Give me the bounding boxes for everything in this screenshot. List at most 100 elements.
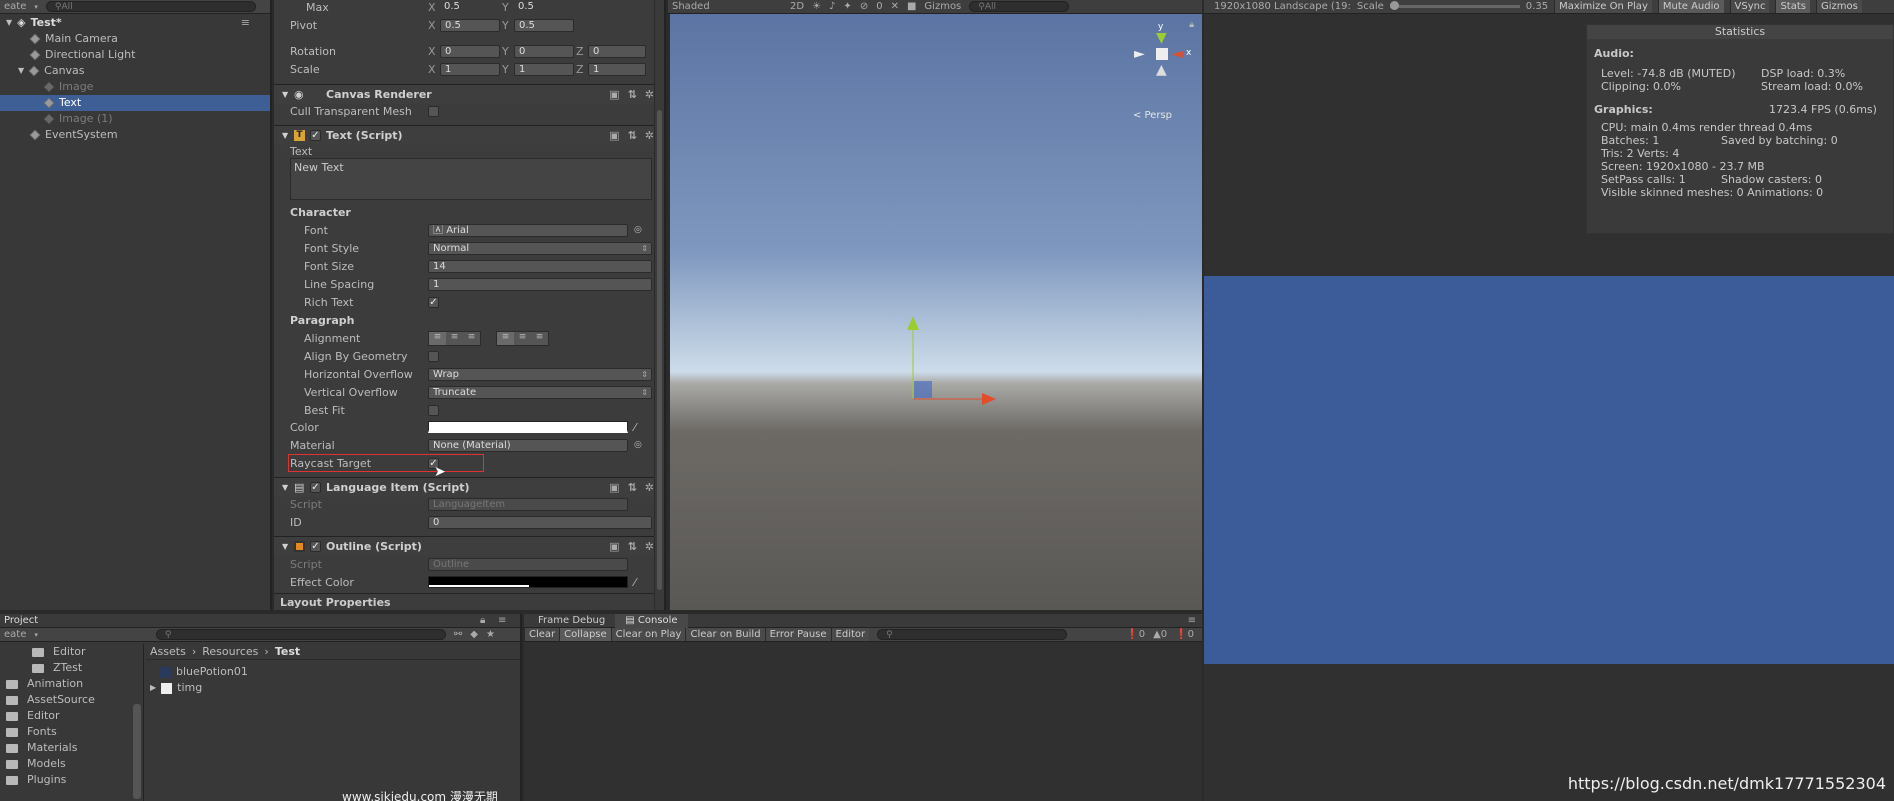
color-swatch[interactable] <box>428 421 628 433</box>
folder-item[interactable]: Materials <box>0 740 143 756</box>
scene-menu-icon[interactable]: ≡ <box>241 15 250 31</box>
h-overflow-dropdown[interactable]: Wrap <box>428 367 652 381</box>
help-icon[interactable]: ▣ <box>609 88 619 101</box>
console-search-input[interactable]: ⚲ <box>877 629 1068 640</box>
rich-text-checkbox[interactable]: ✓ <box>428 296 439 308</box>
help-icon[interactable]: ▣ <box>609 481 619 494</box>
best-fit-checkbox[interactable] <box>428 404 439 416</box>
folder-item[interactable]: Editor <box>0 708 143 724</box>
hierarchy-item[interactable]: Main Camera <box>0 31 270 47</box>
rotation-z-field[interactable]: 0 <box>588 44 646 58</box>
shading-dropdown[interactable]: Shaded <box>672 1 782 12</box>
scale-slider-thumb[interactable] <box>1389 1 1399 10</box>
asset-item[interactable]: ▶ timg <box>150 680 248 696</box>
fold-arrow-icon[interactable]: ▼ <box>282 90 288 99</box>
hierarchy-item[interactable]: Directional Light <box>0 47 270 63</box>
gizmo-neg-x-cone-icon[interactable]: ► <box>1134 46 1145 62</box>
scene-search-input[interactable]: ⚲ All <box>969 1 1070 12</box>
cull-transparent-checkbox[interactable] <box>428 105 439 117</box>
gizmos-dropdown[interactable]: Gizmos <box>924 1 961 12</box>
id-field[interactable]: 0 <box>428 515 652 529</box>
folder-item[interactable]: Editor <box>0 644 143 660</box>
error-count-toggle[interactable]: ❗0 <box>1175 629 1194 640</box>
font-size-field[interactable]: 14 <box>428 259 652 273</box>
scene-view[interactable]: Shaded 2D ☀ ♪ ✦ ⊘ 0 ✕ ■ Gizmos ⚲ All y ▼ … <box>668 0 1202 610</box>
gizmo-y-cone-icon[interactable]: ▼ <box>1156 30 1167 46</box>
game-gizmos-dropdown[interactable]: Gizmos <box>1815 0 1862 13</box>
log-count-toggle[interactable]: ❗0 <box>1126 629 1145 640</box>
text-value-area[interactable]: New Text <box>290 158 652 200</box>
chevron-down-icon[interactable]: ▾ <box>34 3 38 11</box>
chevron-down-icon[interactable]: ▾ <box>34 631 38 639</box>
scale-y-field[interactable]: 1 <box>514 62 574 76</box>
align-top-icon[interactable]: ≡ <box>497 331 514 345</box>
effects-icon[interactable]: ✦ <box>843 1 851 12</box>
hierarchy-item[interactable]: Image <box>0 79 270 95</box>
2d-toggle[interactable]: 2D <box>790 1 804 12</box>
breadcrumb-item[interactable]: Resources <box>202 645 258 658</box>
editor-dropdown[interactable]: Editor <box>830 628 870 641</box>
breadcrumb-item[interactable]: Assets <box>150 645 186 658</box>
transform-gizmo[interactable] <box>670 14 1202 610</box>
mute-audio-toggle[interactable]: Mute Audio <box>1657 0 1724 13</box>
orientation-gizmo[interactable]: y ▼ ▲ ► ◄ x <box>1126 22 1196 92</box>
scene-root-row[interactable]: ▼ ◈ Test* ≡ <box>0 15 270 31</box>
outline-header[interactable]: ▼ ✓ Outline (Script) ▣ ⇅ ✲ <box>274 536 664 556</box>
help-icon[interactable]: ▣ <box>609 129 619 142</box>
preset-icon[interactable]: ⇅ <box>628 481 637 494</box>
hierarchy-item[interactable]: EventSystem <box>0 127 270 143</box>
preset-icon[interactable]: ⇅ <box>628 129 637 142</box>
game-canvas[interactable] <box>1204 276 1894 664</box>
expand-arrow-icon[interactable]: ▼ <box>18 63 24 79</box>
clear-button[interactable]: Clear <box>524 628 560 641</box>
fold-arrow-icon[interactable]: ▼ <box>282 131 288 140</box>
move-y-handle[interactable] <box>907 316 919 330</box>
tools-icon[interactable]: ✕ <box>891 1 899 12</box>
max-y-field[interactable]: 0.5 <box>514 1 574 14</box>
warning-count-toggle[interactable]: ▲0 <box>1153 629 1167 640</box>
collapse-toggle[interactable]: Collapse <box>559 628 611 641</box>
persp-label[interactable]: < Persp <box>1133 110 1172 121</box>
eyedropper-icon[interactable]: ⁄ <box>634 421 636 434</box>
align-middle-icon[interactable]: ≡ <box>514 331 531 345</box>
clear-on-play-toggle[interactable]: Clear on Play <box>610 628 686 641</box>
font-style-dropdown[interactable]: Normal <box>428 241 652 255</box>
inspector-scrollbar[interactable] <box>654 0 664 610</box>
pivot-y-field[interactable]: 0.5 <box>514 18 574 32</box>
language-item-header[interactable]: ▼ ▤ ✓ Language Item (Script) ▣ ⇅ ✲ <box>274 477 664 497</box>
stats-toggle[interactable]: Stats <box>1775 0 1810 13</box>
panel-menu-icon[interactable]: ≡ <box>1188 615 1196 626</box>
align-bottom-icon[interactable]: ≡ <box>531 331 548 345</box>
create-dropdown[interactable]: eate <box>4 1 26 12</box>
audio-icon[interactable]: ♪ <box>829 1 835 12</box>
v-overflow-dropdown[interactable]: Truncate <box>428 385 652 399</box>
filter-type-icon[interactable]: ⚯ <box>454 629 462 640</box>
maximize-on-play-toggle[interactable]: Maximize On Play <box>1554 0 1652 13</box>
folder-item[interactable]: AssetSource <box>0 692 143 708</box>
asset-item[interactable]: bluePotion01 <box>150 664 248 680</box>
help-icon[interactable]: ▣ <box>609 540 619 553</box>
game-view[interactable]: 1920x1080 Landscape (19: Scale 0.35 Maxi… <box>1204 0 1894 801</box>
resolution-dropdown[interactable]: 1920x1080 Landscape (19: <box>1214 1 1351 12</box>
panel-menu-icon[interactable]: ≡ <box>498 615 506 626</box>
move-plane-handle[interactable] <box>914 381 932 398</box>
rotation-y-field[interactable]: 0 <box>514 44 574 58</box>
frame-debug-tab[interactable]: Frame Debug <box>528 615 615 626</box>
expand-arrow-icon[interactable]: ▶ <box>150 680 156 696</box>
language-item-enabled-checkbox[interactable]: ✓ <box>310 482 321 493</box>
rotation-x-field[interactable]: 0 <box>440 44 500 58</box>
gizmo-x-cone-icon[interactable]: ◄ <box>1172 46 1183 62</box>
eyedropper-icon[interactable]: ⁄ <box>634 576 636 589</box>
align-right-icon[interactable]: ≡ <box>463 331 480 345</box>
align-left-icon[interactable]: ≡ <box>429 331 446 345</box>
console-tab[interactable]: ▤ Console <box>615 614 688 628</box>
filter-label-icon[interactable]: ◆ <box>470 629 478 640</box>
gear-icon[interactable]: ✲ <box>645 129 654 142</box>
layout-properties-row[interactable]: Layout Properties <box>274 593 664 610</box>
folder-item[interactable]: Plugins <box>0 772 143 788</box>
breadcrumb-item[interactable]: Test <box>275 645 300 658</box>
expand-arrow-icon[interactable]: ▼ <box>6 15 12 31</box>
lock-icon[interactable]: 🔒︎ <box>1189 20 1194 30</box>
preset-icon[interactable]: ⇅ <box>628 88 637 101</box>
hierarchy-item[interactable]: ▼ Canvas <box>0 63 270 79</box>
